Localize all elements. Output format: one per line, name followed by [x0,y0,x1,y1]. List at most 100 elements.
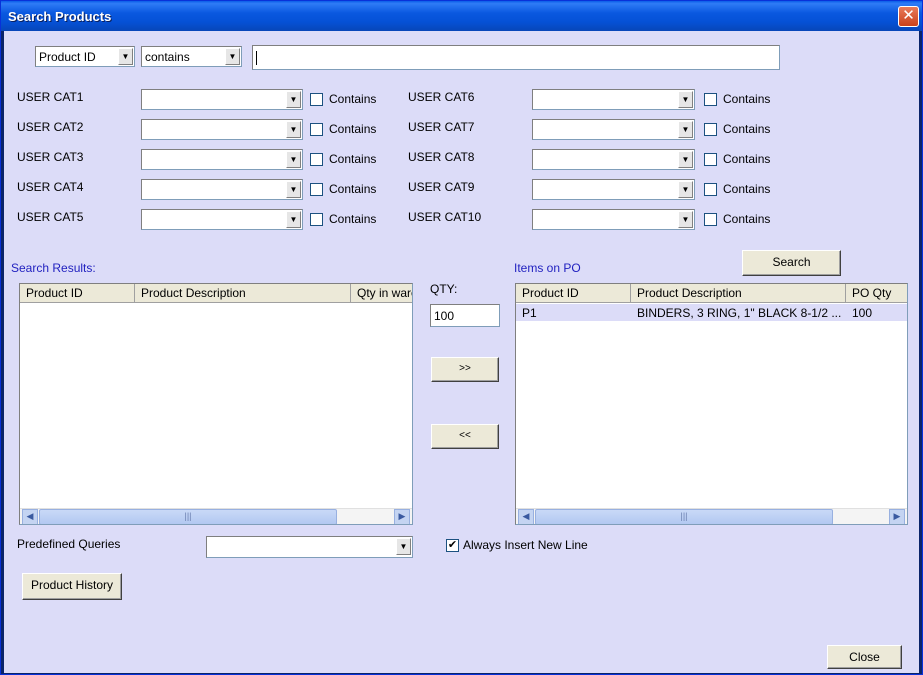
chevron-down-icon[interactable]: ▼ [286,181,301,198]
user-cat-label: USER CAT10 [408,210,482,224]
chevron-down-icon[interactable]: ▼ [678,211,693,228]
user-cat-select[interactable]: ▼ [141,149,303,170]
checkbox-box[interactable] [704,213,717,226]
user-cat-contains-checkbox[interactable]: Contains [310,121,390,137]
title-bar[interactable]: Search Products ✕ [1,1,922,31]
checkbox-check-icon[interactable]: ✔ [446,539,459,552]
user-cat-select[interactable]: ▼ [532,149,695,170]
search-results-label: Search Results: [11,261,96,275]
items-on-po-table[interactable]: Product ID Product Description PO Qty P1… [515,283,908,525]
items-on-po-hscrollbar[interactable]: ◀ ||| ▶ [516,508,907,524]
user-cat-contains-checkbox[interactable]: Contains [310,211,390,227]
table-row[interactable]: P1 BINDERS, 3 RING, 1" BLACK 8-1/2 ... 1… [516,304,907,321]
col-qty-in-warehouse[interactable]: Qty in ware [351,284,412,302]
chevron-down-icon[interactable]: ▼ [678,181,693,198]
chevron-down-icon[interactable]: ▼ [225,48,240,65]
user-cat-label: USER CAT1 [17,90,84,104]
search-results-header: Product ID Product Description Qty in wa… [20,284,412,303]
user-cat-select[interactable]: ▼ [532,89,695,110]
predefined-queries-select[interactable]: ▼ [206,536,413,558]
contains-label: Contains [329,122,377,136]
search-button[interactable]: Search [742,250,841,276]
user-cat-contains-checkbox[interactable]: Contains [704,121,784,137]
predefined-queries-label: Predefined Queries [17,537,121,551]
user-cat-label: USER CAT5 [17,210,84,224]
checkbox-box[interactable] [310,93,323,106]
user-cat-select[interactable]: ▼ [141,209,303,230]
user-cat-contains-checkbox[interactable]: Contains [704,211,784,227]
user-cat-contains-checkbox[interactable]: Contains [704,91,784,107]
user-cat-select[interactable]: ▼ [532,209,695,230]
user-cat-label: USER CAT7 [408,120,475,134]
contains-label: Contains [723,212,771,226]
scroll-right-icon[interactable]: ▶ [889,509,905,524]
user-cat-contains-checkbox[interactable]: Contains [310,91,390,107]
items-on-po-header: Product ID Product Description PO Qty [516,284,907,303]
chevron-down-icon[interactable]: ▼ [286,91,301,108]
checkbox-box[interactable] [704,93,717,106]
filter-operator-select[interactable]: contains ▼ [141,46,242,67]
user-cat-contains-checkbox[interactable]: Contains [310,181,390,197]
contains-label: Contains [329,152,377,166]
user-cat-select[interactable]: ▼ [532,179,695,200]
items-on-po-label: Items on PO [514,261,581,275]
search-results-table[interactable]: Product ID Product Description Qty in wa… [19,283,413,525]
window-close-icon[interactable]: ✕ [898,6,919,27]
checkbox-box[interactable] [310,123,323,136]
checkbox-box[interactable] [704,123,717,136]
remove-from-po-button[interactable]: << [431,424,499,449]
user-cat-label: USER CAT3 [17,150,84,164]
scroll-thumb[interactable]: ||| [39,509,337,524]
chevron-down-icon[interactable]: ▼ [678,151,693,168]
user-cat-contains-checkbox[interactable]: Contains [310,151,390,167]
checkbox-box[interactable] [310,213,323,226]
contains-label: Contains [723,122,771,136]
close-button[interactable]: Close [827,645,902,669]
scroll-left-icon[interactable]: ◀ [22,509,38,524]
user-cat-select[interactable]: ▼ [141,119,303,140]
user-cat-contains-checkbox[interactable]: Contains [704,181,784,197]
col-product-id[interactable]: Product ID [516,284,631,302]
filter-field-select[interactable]: Product ID ▼ [35,46,135,67]
user-cat-select[interactable]: ▼ [141,179,303,200]
always-insert-new-line-checkbox[interactable]: ✔ Always Insert New Line [446,537,626,553]
filter-value-input[interactable] [252,45,780,70]
qty-label: QTY: [430,282,458,296]
search-products-window: Search Products ✕ Product ID ▼ contains … [0,0,923,675]
scroll-thumb[interactable]: ||| [535,509,833,524]
contains-label: Contains [723,182,771,196]
scroll-left-icon[interactable]: ◀ [518,509,534,524]
scroll-right-icon[interactable]: ▶ [394,509,410,524]
chevron-down-icon[interactable]: ▼ [678,91,693,108]
search-results-hscrollbar[interactable]: ◀ ||| ▶ [20,508,412,524]
cell-product-id: P1 [522,306,537,320]
user-cat-contains-checkbox[interactable]: Contains [704,151,784,167]
user-cat-label: USER CAT2 [17,120,84,134]
chevron-down-icon[interactable]: ▼ [396,538,411,555]
col-product-id[interactable]: Product ID [20,284,135,302]
contains-label: Contains [329,212,377,226]
checkbox-box[interactable] [704,153,717,166]
contains-label: Contains [723,92,771,106]
qty-input[interactable]: 100 [430,304,500,327]
product-history-button[interactable]: Product History [22,573,122,600]
checkbox-box[interactable] [310,153,323,166]
chevron-down-icon[interactable]: ▼ [286,151,301,168]
chevron-down-icon[interactable]: ▼ [118,48,133,65]
user-cat-select[interactable]: ▼ [141,89,303,110]
col-po-qty[interactable]: PO Qty [846,284,907,302]
text-cursor [256,50,257,65]
chevron-down-icon[interactable]: ▼ [286,211,301,228]
always-insert-label: Always Insert New Line [463,538,588,552]
col-product-description[interactable]: Product Description [631,284,846,302]
chevron-down-icon[interactable]: ▼ [678,121,693,138]
add-to-po-button[interactable]: >> [431,357,499,382]
chevron-down-icon[interactable]: ▼ [286,121,301,138]
checkbox-box[interactable] [310,183,323,196]
col-product-description[interactable]: Product Description [135,284,351,302]
window-title: Search Products [8,9,112,24]
contains-label: Contains [329,182,377,196]
checkbox-box[interactable] [704,183,717,196]
user-cat-label: USER CAT9 [408,180,475,194]
user-cat-select[interactable]: ▼ [532,119,695,140]
